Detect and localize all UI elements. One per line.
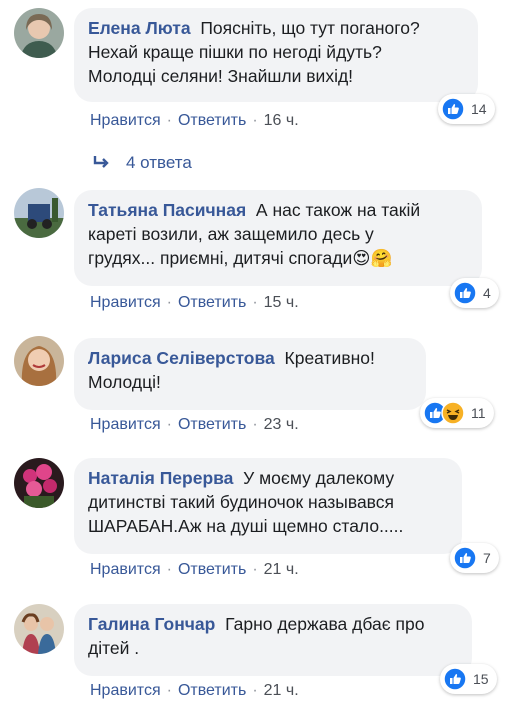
- separator: ·: [166, 112, 172, 129]
- timestamp[interactable]: 21 ч.: [264, 682, 299, 699]
- comment-actions: Нравится · Ответить · 21 ч.: [90, 561, 299, 579]
- reaction-count: 4: [483, 285, 491, 301]
- reaction-summary[interactable]: 15: [440, 664, 497, 694]
- comment-bubble: Галина Гончар Гарно держава дбає про діт…: [74, 604, 472, 676]
- reaction-summary[interactable]: 7: [450, 543, 499, 573]
- comment-author[interactable]: Татьяна Пасичная: [88, 200, 246, 220]
- avatar[interactable]: [14, 336, 64, 386]
- reaction-count: 11: [471, 405, 486, 421]
- separator: ·: [252, 112, 258, 129]
- like-icon: [453, 281, 477, 305]
- like-icon: [441, 97, 465, 121]
- timestamp[interactable]: 23 ч.: [264, 416, 299, 433]
- like-link[interactable]: Нравится: [90, 294, 161, 311]
- comment-bubble: Татьяна Пасичная А нас також на такій ка…: [74, 190, 482, 286]
- reply-arrow-icon: [93, 156, 109, 168]
- separator: ·: [166, 416, 172, 433]
- reaction-count: 15: [473, 671, 489, 687]
- reaction-summary[interactable]: 14: [438, 94, 495, 124]
- separator: ·: [166, 682, 172, 699]
- comment-bubble: Наталія Перерва У моєму далекому дитинст…: [74, 458, 462, 554]
- reaction-summary[interactable]: 11: [420, 398, 494, 428]
- avatar[interactable]: [14, 458, 64, 508]
- reply-link[interactable]: Ответить: [178, 561, 246, 578]
- like-icon: [453, 546, 477, 570]
- comment-bubble: Елена Люта Поясніть, що тут поганого? Не…: [74, 8, 478, 102]
- separator: ·: [252, 682, 258, 699]
- comment-actions: Нравится · Ответить · 23 ч.: [90, 416, 299, 434]
- reaction-count: 14: [471, 101, 487, 117]
- like-link[interactable]: Нравится: [90, 682, 161, 699]
- avatar[interactable]: [14, 188, 64, 238]
- reply-link[interactable]: Ответить: [178, 294, 246, 311]
- separator: ·: [252, 416, 258, 433]
- reply-link[interactable]: Ответить: [178, 682, 246, 699]
- haha-icon: [441, 401, 465, 425]
- reaction-summary[interactable]: 4: [450, 278, 499, 308]
- comment-actions: Нравится · Ответить · 16 ч.: [90, 112, 299, 130]
- like-link[interactable]: Нравится: [90, 112, 161, 129]
- comment-bubble: Лариса Селіверстова Креативно! Молодці!: [74, 338, 426, 410]
- reaction-count: 7: [483, 550, 491, 566]
- separator: ·: [166, 294, 172, 311]
- like-link[interactable]: Нравится: [90, 561, 161, 578]
- timestamp[interactable]: 21 ч.: [264, 561, 299, 578]
- view-replies-link[interactable]: 4 ответа: [90, 152, 192, 174]
- comment-actions: Нравится · Ответить · 15 ч.: [90, 294, 299, 312]
- reply-link[interactable]: Ответить: [178, 416, 246, 433]
- separator: ·: [252, 561, 258, 578]
- comment-author[interactable]: Наталія Перерва: [88, 468, 233, 488]
- like-icon: [443, 667, 467, 691]
- comment-author[interactable]: Елена Люта: [88, 18, 191, 38]
- avatar[interactable]: [14, 8, 64, 58]
- comment-author[interactable]: Лариса Селіверстова: [88, 348, 275, 368]
- like-link[interactable]: Нравится: [90, 416, 161, 433]
- avatar[interactable]: [14, 604, 64, 654]
- comment-author[interactable]: Галина Гончар: [88, 614, 215, 634]
- separator: ·: [252, 294, 258, 311]
- separator: ·: [166, 561, 172, 578]
- timestamp[interactable]: 16 ч.: [264, 112, 299, 129]
- timestamp[interactable]: 15 ч.: [264, 294, 299, 311]
- comment-actions: Нравится · Ответить · 21 ч.: [90, 682, 299, 700]
- reply-link[interactable]: Ответить: [178, 112, 246, 129]
- replies-count[interactable]: 4 ответа: [126, 153, 192, 173]
